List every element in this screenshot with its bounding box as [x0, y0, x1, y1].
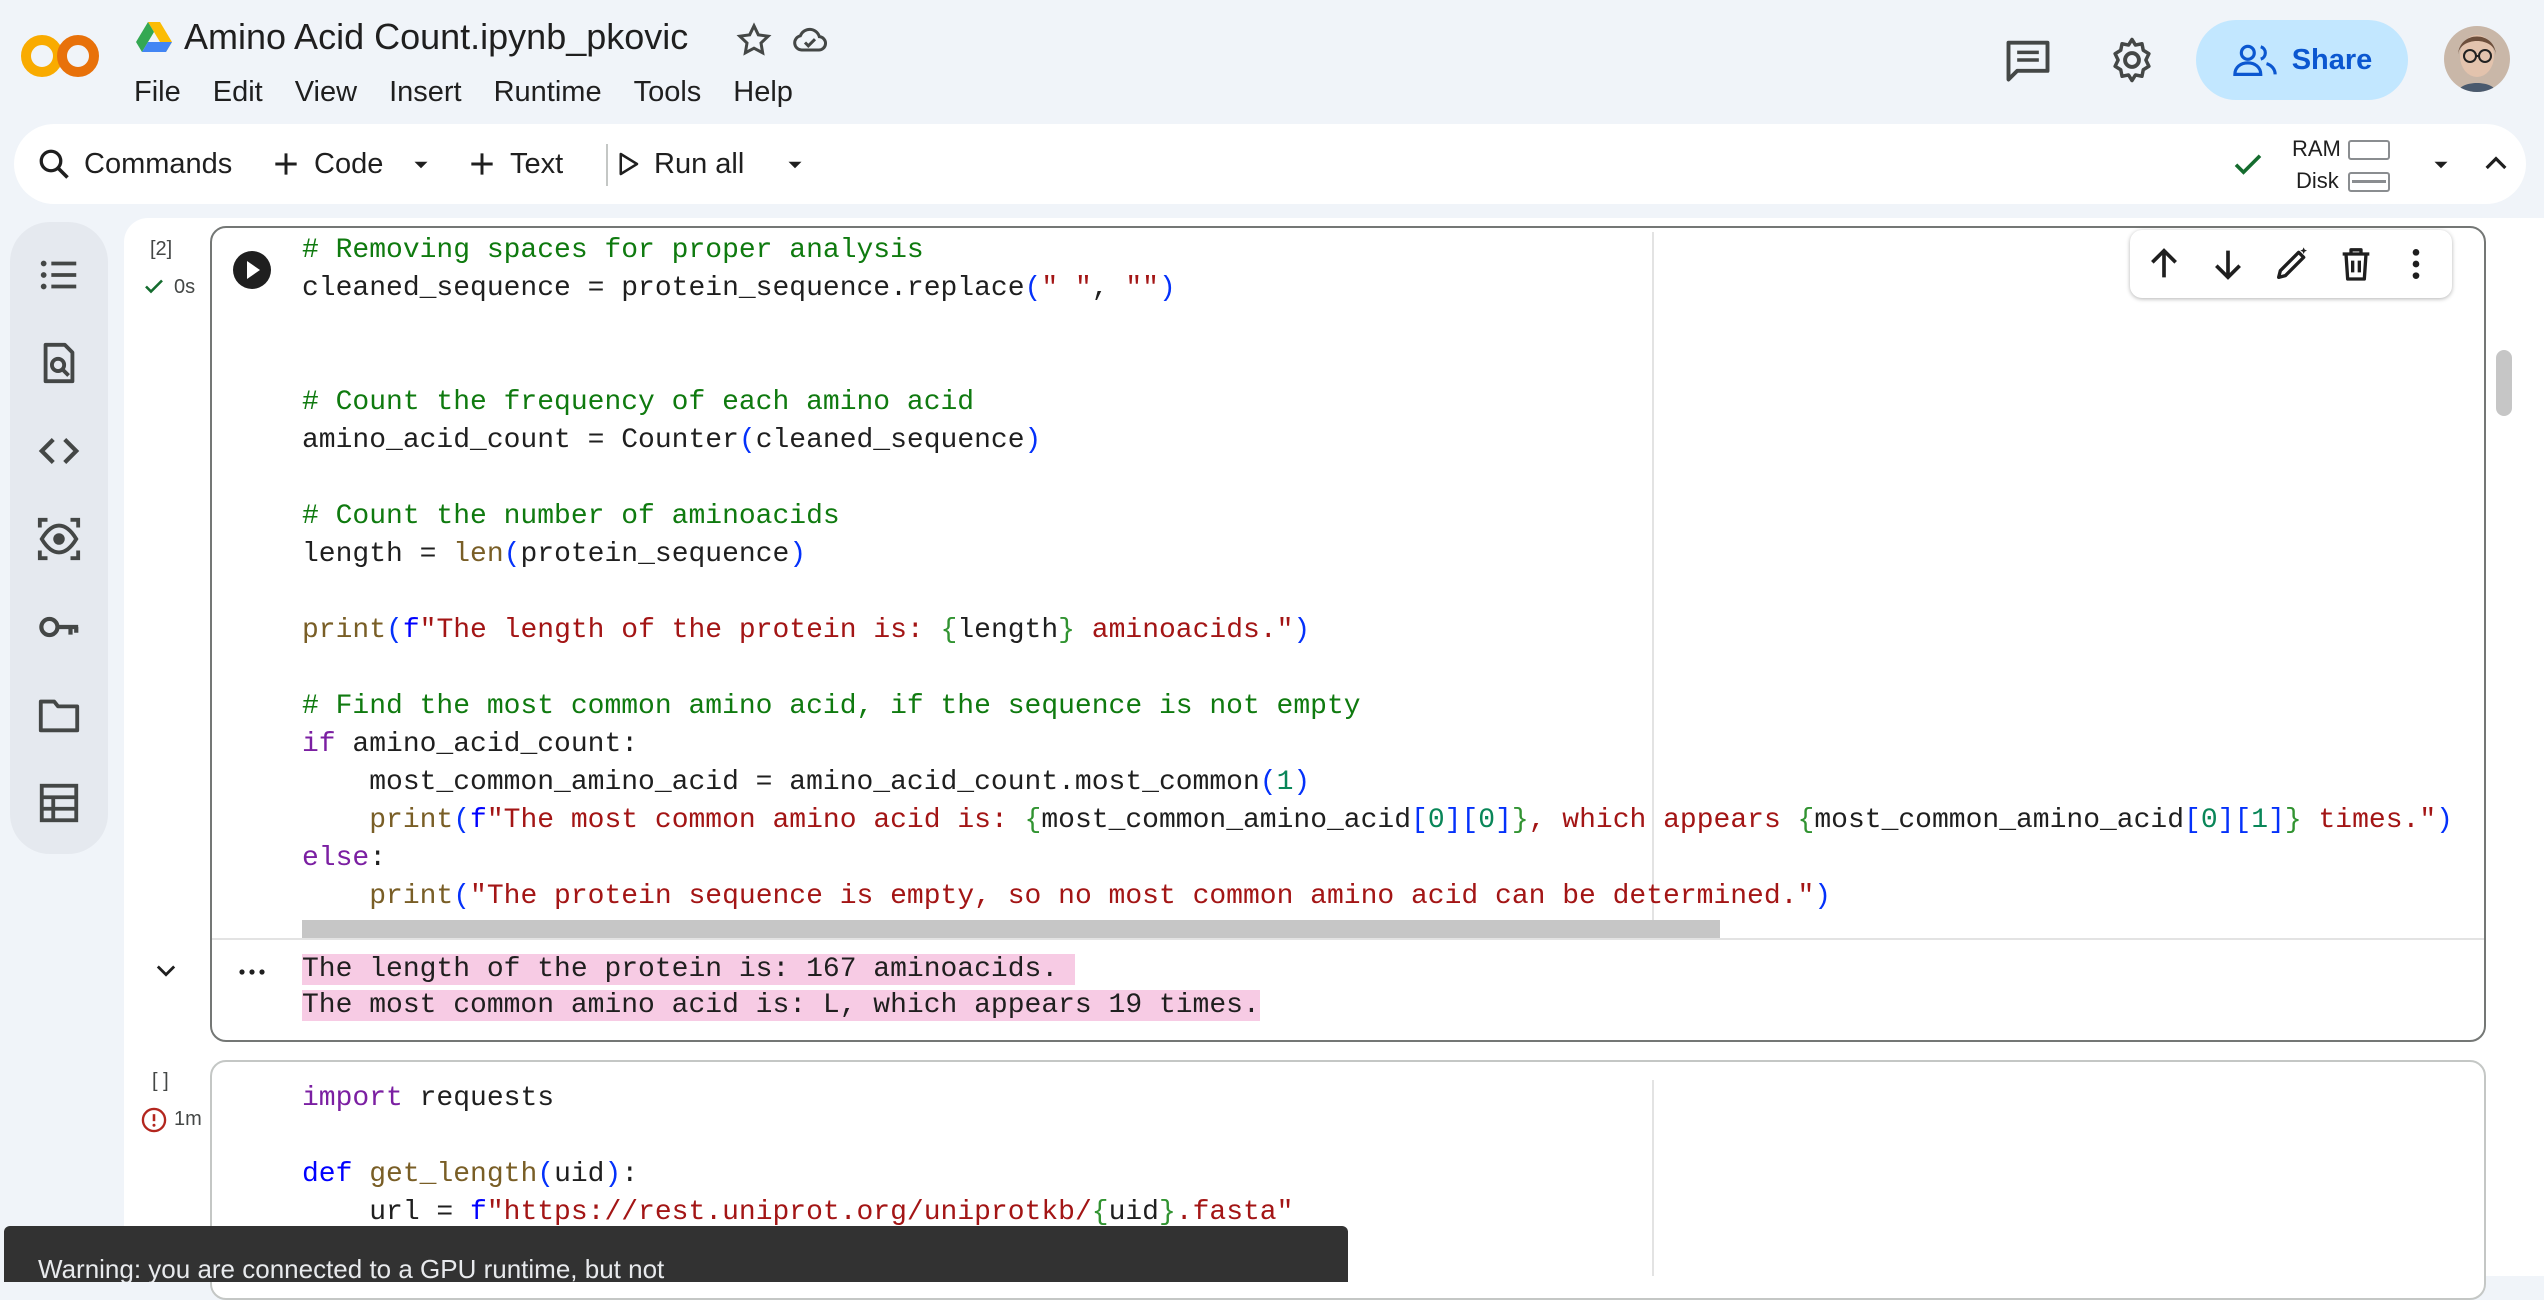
output-actions-more-icon[interactable] — [236, 958, 268, 986]
run-all-button[interactable]: Run all — [612, 124, 744, 204]
cloud-saved-icon[interactable] — [790, 20, 830, 60]
add-code-button[interactable]: Code — [270, 124, 383, 204]
cell-2-code-editor[interactable]: import requests def get_length(uid): url… — [302, 1080, 1293, 1232]
gpu-warning-toast[interactable]: Warning: you are connected to a GPU runt… — [4, 1226, 1348, 1282]
cell-2-error-icon — [141, 1107, 167, 1133]
collapse-header-chevron-up-icon[interactable] — [2480, 148, 2512, 180]
plus-icon — [275, 153, 297, 175]
share-button[interactable]: Share — [2196, 20, 2408, 100]
cell-toolbar — [2130, 230, 2452, 298]
run-all-dropdown-arrow-icon[interactable] — [782, 152, 808, 178]
cell-1-execution-count: [2] — [150, 238, 173, 260]
more-options-vertical-icon[interactable] — [2396, 244, 2436, 284]
disk-usage-bar[interactable] — [2348, 172, 2390, 192]
add-text-button[interactable]: Text — [466, 124, 563, 204]
variables-icon[interactable] — [36, 516, 82, 562]
play-icon — [619, 152, 639, 176]
move-cell-up-arrow-icon[interactable] — [2144, 244, 2184, 284]
toolbar-divider — [606, 144, 608, 186]
menu-view[interactable]: View — [295, 76, 357, 116]
menu-bar: File Edit View Insert Runtime Tools Help — [134, 76, 793, 116]
user-avatar[interactable] — [2444, 26, 2510, 92]
edit-cell-pencil-icon[interactable] — [2272, 244, 2312, 284]
runtime-dropdown-arrow-icon[interactable] — [2428, 152, 2454, 178]
people-icon — [2232, 44, 2277, 76]
notebook-vertical-scrollbar[interactable] — [2496, 350, 2512, 416]
star-icon[interactable] — [734, 20, 774, 60]
plus-icon — [471, 153, 493, 175]
output-line-2: The most common amino acid is: L, which … — [302, 990, 1260, 1021]
menu-insert[interactable]: Insert — [389, 76, 462, 116]
cell-1-success-check-icon — [145, 279, 163, 294]
find-replace-icon[interactable] — [36, 340, 82, 386]
commands-label: Commands — [84, 147, 233, 180]
line-length-ruler-cell-2 — [1652, 1080, 1654, 1276]
cell-1-duration: 0s — [174, 276, 196, 298]
collapse-output-chevron-icon[interactable] — [152, 956, 180, 984]
output-line-1: The length of the protein is: 167 aminoa… — [302, 954, 1075, 985]
delete-cell-trash-icon[interactable] — [2336, 244, 2376, 284]
notebook-toolbar: Commands Code Text Run all RAM Disk — [14, 124, 2526, 204]
settings-gear-icon[interactable] — [2106, 34, 2158, 86]
commands-button[interactable]: Commands — [36, 124, 232, 204]
ram-usage-bar[interactable] — [2348, 140, 2390, 160]
cell-1-output: The length of the protein is: 167 aminoa… — [302, 952, 1260, 1024]
menu-file[interactable]: File — [134, 76, 181, 116]
add-text-label: Text — [510, 147, 564, 180]
ram-label: RAM — [2292, 136, 2341, 161]
cell-2-duration: 1m — [174, 1108, 202, 1130]
comments-icon[interactable] — [2002, 34, 2054, 86]
notebook-title[interactable]: Amino Acid Count.ipynb_pkovic — [184, 16, 688, 58]
run-cell-play-icon[interactable] — [232, 250, 272, 290]
cell-1-horizontal-scrollbar[interactable] — [302, 920, 1720, 938]
run-all-label: Run all — [654, 147, 745, 180]
cell-2-execution-count: [ ] — [152, 1070, 169, 1092]
output-divider — [212, 938, 2484, 940]
cell-1-code-editor[interactable]: # Removing spaces for proper analysis cl… — [302, 232, 2453, 916]
menu-tools[interactable]: Tools — [634, 76, 702, 116]
data-table-icon[interactable] — [36, 780, 82, 826]
google-drive-icon[interactable] — [136, 22, 172, 54]
search-icon — [39, 149, 69, 179]
colab-logo[interactable] — [20, 28, 102, 84]
disk-label: Disk — [2296, 168, 2339, 193]
menu-runtime[interactable]: Runtime — [494, 76, 602, 116]
add-code-label: Code — [314, 147, 384, 180]
menu-help[interactable]: Help — [733, 76, 793, 116]
connected-check-icon — [2234, 154, 2262, 175]
code-snippets-icon[interactable] — [36, 428, 82, 474]
left-sidebar — [10, 222, 108, 854]
move-cell-down-arrow-icon[interactable] — [2208, 244, 2248, 284]
files-folder-icon[interactable] — [36, 692, 82, 738]
table-of-contents-icon[interactable] — [36, 252, 82, 298]
code-dropdown-arrow-icon[interactable] — [408, 152, 434, 178]
app-header: Amino Acid Count.ipynb_pkovic File Edit … — [0, 0, 2544, 122]
toast-message: Warning: you are connected to a GPU runt… — [38, 1254, 665, 1282]
menu-edit[interactable]: Edit — [213, 76, 263, 116]
secrets-key-icon[interactable] — [36, 604, 82, 650]
share-label: Share — [2291, 43, 2373, 76]
